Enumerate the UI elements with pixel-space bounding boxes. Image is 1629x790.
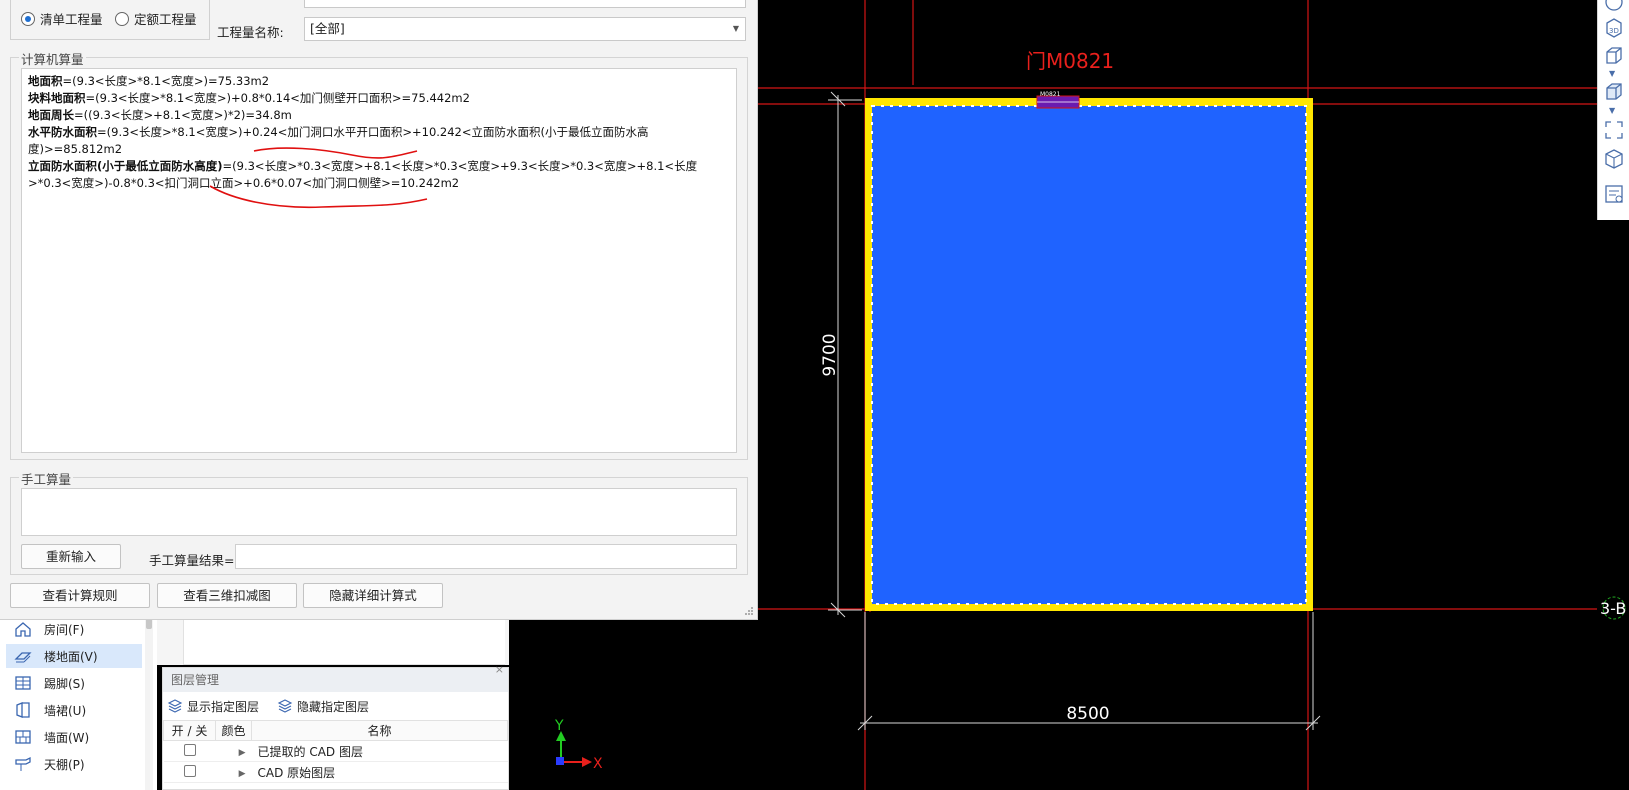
wall-surface-icon	[12, 728, 34, 746]
view-calc-rules-button[interactable]: 查看计算规则	[10, 583, 150, 608]
svg-text:3D: 3D	[1609, 27, 1619, 35]
mode-radio-bill[interactable]: 清单工程量	[21, 9, 103, 28]
room-icon	[12, 620, 34, 638]
computer-calc-title: 计算机算量	[19, 49, 86, 68]
view-3d-box-icon[interactable]: 3D	[1602, 16, 1626, 40]
quantity-mode-group: 清单工程量 定额工程量	[10, 0, 210, 40]
layers-icon	[167, 699, 183, 713]
nav-label: 房间(F)	[44, 622, 85, 637]
manual-calc-title: 手工算量	[19, 469, 74, 488]
layer-toggle-checkbox[interactable]	[183, 764, 196, 777]
floor-icon	[12, 647, 34, 665]
expand-arrow-icon[interactable]: ▶	[239, 769, 246, 779]
property-panel-body	[183, 615, 505, 665]
hide-layer-label: 隐藏指定图层	[297, 699, 370, 714]
hide-layer-button[interactable]: 隐藏指定图层	[277, 698, 369, 715]
door-small-label: M0821	[1040, 91, 1061, 98]
ucs-y-label: Y	[554, 718, 564, 734]
cube-outline-icon[interactable]	[1602, 44, 1626, 68]
column-toggle[interactable]: 开 / 关	[163, 720, 216, 741]
layer-panel-title: 图层管理	[171, 673, 220, 687]
column-name[interactable]: 名称	[251, 720, 508, 741]
reenter-button[interactable]: 重新输入	[21, 544, 121, 569]
dialog-header-area: 清单工程量 定额工程量 工程量名称: [全部] ▼	[0, 0, 758, 50]
table-row[interactable]: ▶ CAD 原始图层	[163, 761, 508, 783]
chevron-down-icon[interactable]: ▼	[1609, 107, 1615, 115]
view-3d-deduction-button[interactable]: 查看三维扣减图	[157, 583, 297, 608]
properties-icon[interactable]	[1602, 182, 1626, 206]
layers-icon	[277, 699, 293, 713]
layer-table: 开 / 关 颜色 名称 ▶ 已提取的 CAD 图层 ▶ CAD 原始图层	[163, 720, 508, 783]
nav-item-ceiling[interactable]: 天棚(P)	[6, 752, 142, 776]
radio-selected-icon[interactable]	[21, 11, 35, 26]
nav-label: 墙面(W)	[44, 730, 90, 745]
nav-item-wainscot[interactable]: 墙裙(U)	[6, 698, 142, 722]
layer-panel: 图层管理 × 显示指定图层 隐藏指定图层 开 / 关 颜色 名称 ▶ 已提取的 …	[162, 663, 509, 790]
nav-label: 楼地面(V)	[44, 649, 98, 664]
nav-label: 墙裙(U)	[44, 703, 87, 718]
hide-formula-button[interactable]: 隐藏详细计算式	[303, 583, 443, 608]
radio-label: 定额工程量	[134, 12, 197, 27]
computer-calc-group: 计算机算量 地面积=(9.3<长度>*8.1<宽度>)=75.33m2 块料地面…	[10, 49, 748, 460]
wainscot-icon	[12, 701, 34, 719]
door-label: 门M0821	[1026, 49, 1114, 73]
nav-item-skirting[interactable]: 踢脚(S)	[6, 671, 142, 695]
mode-radio-quota[interactable]: 定额工程量	[115, 9, 197, 28]
right-toolbar: 3D ▼ ▼	[1597, 0, 1629, 220]
layer-toggle-checkbox[interactable]	[183, 743, 196, 756]
resize-grip-icon[interactable]	[744, 606, 754, 616]
layer-panel-header: 图层管理 ×	[163, 663, 508, 692]
layer-name: 已提取的 CAD 图层	[251, 740, 508, 762]
show-layer-button[interactable]: 显示指定图层	[167, 698, 259, 715]
calc-formula-text[interactable]: 地面积=(9.3<长度>*8.1<宽度>)=75.33m2 块料地面积=(9.3…	[21, 68, 737, 453]
chevron-down-icon[interactable]: ▼	[733, 18, 739, 40]
ucs-x-label: X	[593, 756, 603, 772]
quantity-name-value: [全部]	[310, 21, 345, 36]
quantity-calc-dialog: 清单工程量 定额工程量 工程量名称: [全部] ▼ 计算机算量 地面积=(9.3…	[0, 0, 758, 620]
fit-view-icon[interactable]	[1602, 118, 1626, 142]
nav-label: 踢脚(S)	[44, 676, 85, 691]
floor-slab[interactable]	[865, 98, 1313, 611]
height-dimension-value: 9700	[820, 333, 840, 376]
layer-name: CAD 原始图层	[251, 761, 508, 783]
nav-label: 天棚(P)	[44, 757, 85, 772]
axis-marker-label: 3-B	[1600, 599, 1626, 618]
view-3d-icon[interactable]	[1602, 0, 1626, 16]
manual-formula-input[interactable]	[21, 488, 737, 536]
quantity-name-label: 工程量名称:	[217, 25, 284, 40]
manual-calc-group: 手工算量 重新输入 手工算量结果=	[10, 469, 748, 575]
close-icon[interactable]: ×	[495, 658, 504, 682]
layer-actions: 显示指定图层 隐藏指定图层	[163, 692, 508, 720]
layer-table-header: 开 / 关 颜色 名称	[163, 720, 508, 741]
manual-result-label: 手工算量结果=	[149, 553, 235, 568]
show-layer-label: 显示指定图层	[187, 699, 260, 714]
cube-solid-icon[interactable]	[1602, 80, 1626, 104]
quantity-name-select[interactable]: [全部] ▼	[304, 17, 746, 41]
width-dimension-value: 8500	[1066, 704, 1109, 724]
column-color[interactable]: 颜色	[215, 720, 252, 741]
expand-arrow-icon[interactable]: ▶	[239, 748, 246, 758]
nav-scrollbar[interactable]	[145, 615, 153, 790]
chevron-down-icon[interactable]: ▼	[1609, 70, 1615, 78]
component-name-field[interactable]	[304, 0, 746, 8]
radio-unselected-icon[interactable]	[115, 11, 129, 26]
ceiling-icon	[12, 755, 34, 773]
table-row[interactable]: ▶ 已提取的 CAD 图层	[163, 740, 508, 762]
nav-item-room[interactable]: 房间(F)	[6, 617, 142, 641]
manual-result-input[interactable]	[235, 544, 737, 569]
property-panel	[157, 615, 509, 665]
radio-label: 清单工程量	[40, 12, 103, 27]
nav-item-wall-surface[interactable]: 墙面(W)	[6, 725, 142, 749]
nav-item-floor[interactable]: 楼地面(V)	[6, 644, 142, 668]
skirting-icon	[12, 674, 34, 692]
component-tree: 房间(F) 楼地面(V) 踢脚(S) 墙裙(U) 墙面(W) 天棚(P)	[0, 615, 157, 790]
red-annotation-marks	[209, 147, 428, 209]
layer-3d-icon[interactable]	[1602, 147, 1626, 171]
